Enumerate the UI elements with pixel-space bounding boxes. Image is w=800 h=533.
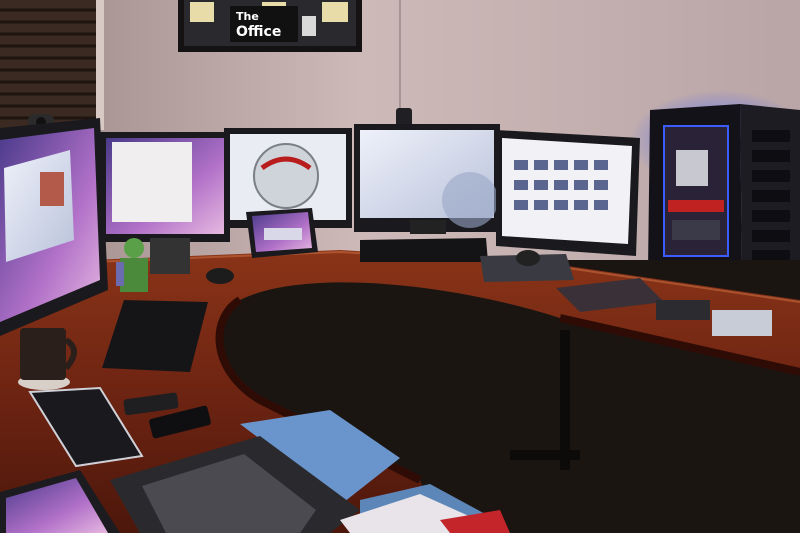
monitor-right [496, 130, 640, 256]
device-box [656, 300, 710, 320]
desk-setup-photo: The Office [0, 0, 800, 533]
window-blinds [0, 0, 104, 130]
photo-canvas: The Office [0, 0, 800, 533]
monitor-center [354, 124, 500, 234]
small-laptop [246, 208, 318, 258]
center-keyboard [360, 238, 488, 262]
cd-case [712, 310, 772, 336]
office-poster: The Office [178, 0, 362, 52]
mouse-left [206, 268, 234, 284]
poster-title-line1: The [236, 10, 259, 23]
poster-title-line2: Office [236, 24, 281, 40]
mouse [516, 250, 540, 266]
coffee-mug [18, 328, 77, 390]
